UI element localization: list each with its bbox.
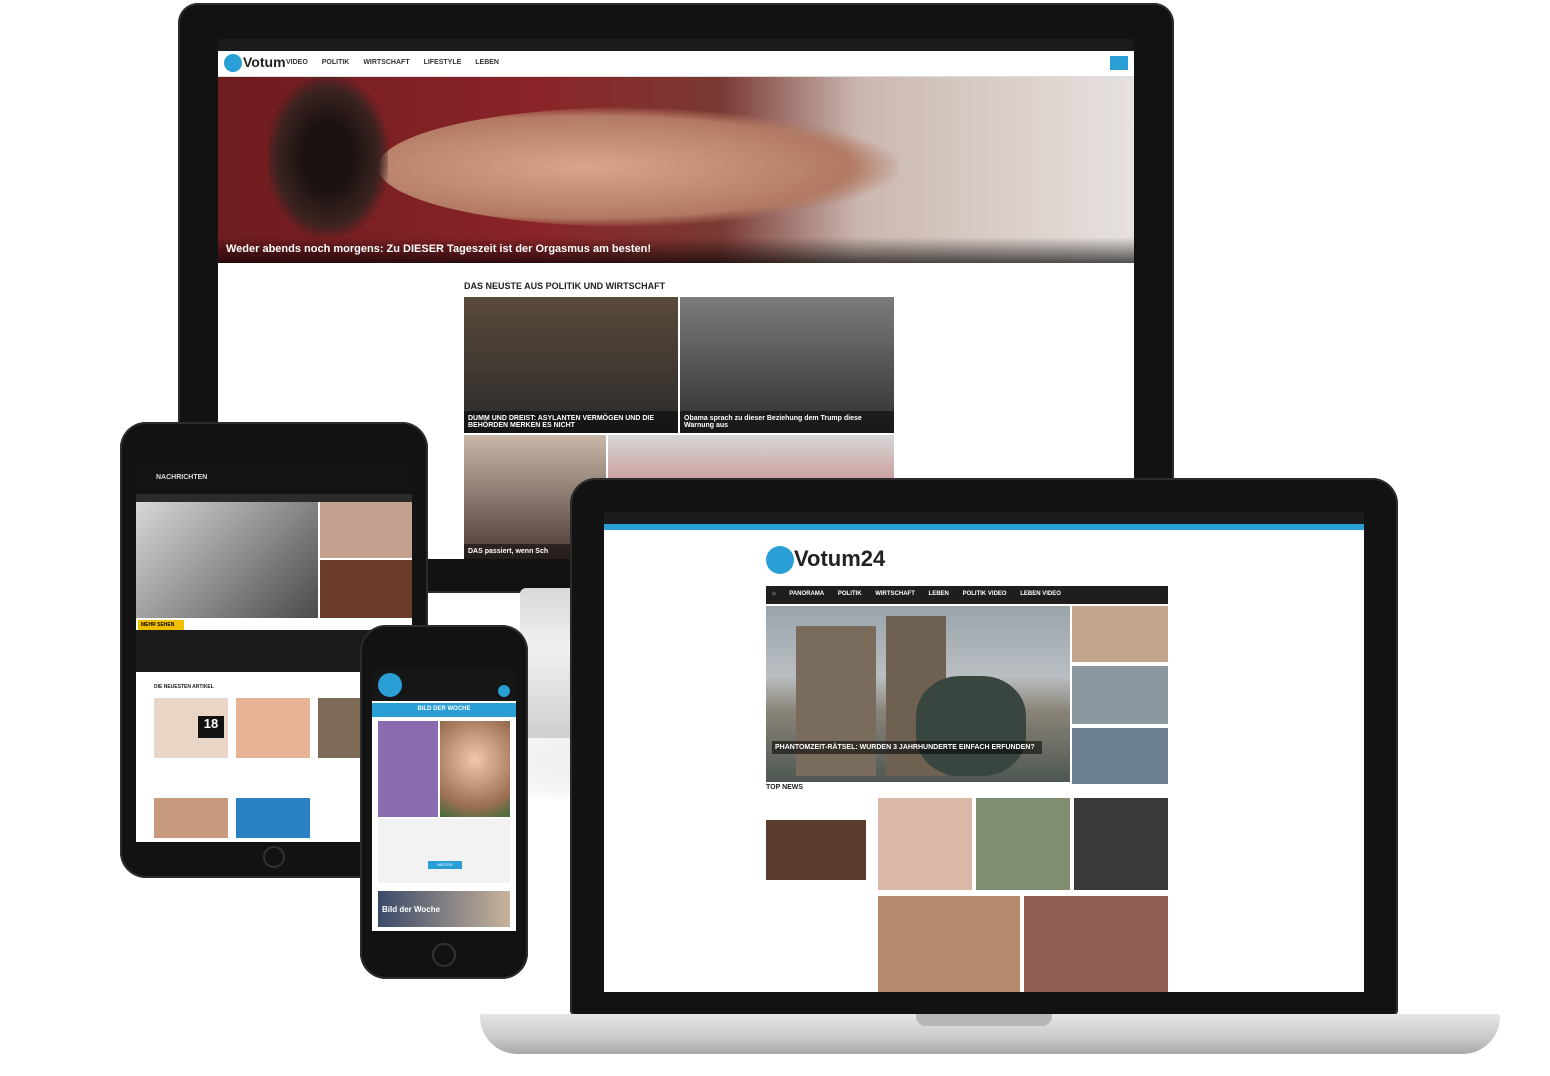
site-logo[interactable]: Votum [224,54,286,73]
tablet-hero[interactable] [136,502,318,618]
laptop-notch [916,1014,1052,1026]
promo-card[interactable] [378,721,438,817]
news-card[interactable] [878,896,1020,992]
laptop: Votum24 ⌂ PANORAMA POLITIK WIRTSCHAFT LE… [570,478,1398,1016]
nav-item-leben[interactable]: LEBEN [475,59,499,66]
tablet-nav [136,494,412,502]
top-news-title: TOP NEWS [766,784,804,791]
menu: VIDEO POLITIK WIRTSCHAFT LIFESTYLE LEBEN [286,59,511,66]
home-button[interactable] [263,846,285,868]
nav-item-lifestyle[interactable]: LIFESTYLE [424,59,462,66]
phone-header [372,669,516,701]
phone-article[interactable]: Bild der Woche [378,891,510,927]
cta-button[interactable]: WEITER [428,861,462,869]
logo-icon[interactable] [378,673,402,697]
nav-item-politik[interactable]: POLITIK [322,59,350,66]
tablet-article[interactable] [236,798,310,838]
hero-caption: Weder abends noch morgens: Zu DIESER Tag… [218,237,1134,263]
tablet-section-title: DIE NEUESTEN ARTIKEL [154,684,214,690]
news-thumb[interactable] [766,820,866,880]
article-title: DUMM UND DREIST: ASYLANTEN VERMÖGEN UND … [464,411,678,433]
tablet-brand: NACHRICHTEN [156,474,208,481]
accent-bar [604,524,1364,530]
article-card[interactable]: Obama sprach zu dieser Beziehung dem Tru… [680,297,894,433]
top-bar [604,512,1364,524]
hero-article[interactable]: PHANTOMZEIT-RÄTSEL: WURDEN 3 JAHRHUNDERT… [766,606,1070,782]
hero-caption: PHANTOMZEIT-RÄTSEL: WURDEN 3 JAHRHUNDERT… [772,741,1042,754]
news-card[interactable] [878,798,972,890]
news-card[interactable] [1024,896,1168,992]
tablet-side-article[interactable] [320,502,412,558]
logo-text: Votum24 [794,546,886,571]
phone-article-title: Bild der Woche [382,905,441,914]
side-article[interactable] [1072,728,1168,784]
hero-article[interactable]: Weder abends noch morgens: Zu DIESER Tag… [218,77,1134,263]
nav-item-politik-video[interactable]: POLITIK VIDEO [963,591,1007,597]
news-card[interactable] [976,798,1070,890]
nav-item-politik[interactable]: POLITIK [838,591,862,597]
article-title: Obama sprach zu dieser Beziehung dem Tru… [680,411,894,433]
nav-item-wirtschaft[interactable]: WIRTSCHAFT [363,59,409,66]
home-icon[interactable]: ⌂ [772,591,776,597]
search-icon[interactable] [1110,56,1128,70]
logo-text: Votum [243,54,286,70]
side-article[interactable] [1072,606,1168,662]
nav-item-leben-video[interactable]: LEBEN VIDEO [1020,591,1061,597]
site-logo[interactable]: Votum24 [766,546,886,575]
home-button[interactable] [432,943,456,967]
tablet-header: NACHRICHTEN [136,462,412,494]
laptop-screen: Votum24 ⌂ PANORAMA POLITIK WIRTSCHAFT LE… [604,512,1364,992]
tablet-article[interactable] [236,698,310,758]
nav-item-wirtschaft[interactable]: WIRTSCHAFT [875,591,915,597]
nav-item-panorama[interactable]: PANORAMA [789,591,824,597]
number-tile: 18 [198,716,224,738]
phone-photo[interactable] [440,721,510,817]
phone-screen: BILD DER WOCHE WEITER Bild der Woche [372,669,516,931]
tablet-side-article[interactable] [320,560,412,618]
main-nav: ⌂ PANORAMA POLITIK WIRTSCHAFT LEBEN POLI… [766,586,1168,604]
user-icon[interactable] [498,685,510,697]
article-card[interactable]: DUMM UND DREIST: ASYLANTEN VERMÖGEN UND … [464,297,678,433]
phone-banner: BILD DER WOCHE [372,703,516,717]
smartphone: BILD DER WOCHE WEITER Bild der Woche [360,625,528,979]
nav-item-video[interactable]: VIDEO [286,59,308,66]
tablet-article[interactable] [154,798,228,838]
cookie-notice: WEITER [378,819,510,883]
main-nav: Votum VIDEO POLITIK WIRTSCHAFT LIFESTYLE… [218,51,1134,77]
news-card[interactable] [1074,798,1168,890]
tablet-article[interactable]: 18 [154,698,228,758]
side-article[interactable] [1072,666,1168,724]
section-title: DAS NEUSTE AUS POLITIK UND WIRTSCHAFT [464,281,666,291]
top-bar [218,39,1134,51]
more-badge[interactable]: MEHR SEHEN [138,620,184,630]
nav-item-leben[interactable]: LEBEN [929,591,949,597]
